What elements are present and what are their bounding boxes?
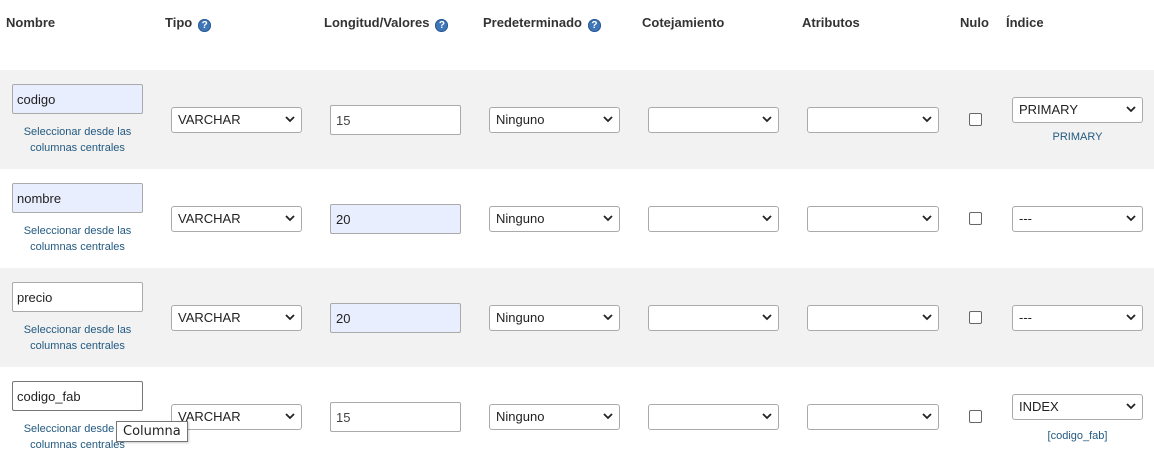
length-input[interactable] (330, 402, 461, 432)
chevron-down-icon (1126, 106, 1136, 113)
chevron-down-icon (285, 215, 295, 222)
tooltip: Columna (116, 421, 188, 442)
index-info-link[interactable]: PRIMARY (1012, 131, 1143, 143)
null-checkbox[interactable] (969, 212, 982, 225)
table-row: Seleccionar desde lascolumnas centrales … (0, 367, 1154, 458)
chevron-down-icon (285, 314, 295, 321)
collation-select[interactable] (648, 107, 779, 133)
header-atributos: Atributos (802, 15, 860, 30)
attributes-select[interactable] (807, 206, 939, 232)
column-name-input[interactable] (12, 84, 143, 114)
header-cotejamiento: Cotejamiento (642, 15, 725, 30)
chevron-down-icon (603, 116, 613, 123)
chevron-down-icon (603, 413, 613, 420)
length-input[interactable] (330, 105, 461, 135)
collation-select[interactable] (648, 305, 779, 331)
chevron-down-icon (603, 215, 613, 222)
type-select[interactable]: VARCHAR (171, 305, 302, 331)
chevron-down-icon (922, 314, 932, 321)
index-select[interactable]: --- (1012, 206, 1143, 232)
column-name-input[interactable] (12, 282, 143, 312)
header-indice: Índice (1006, 15, 1044, 30)
chevron-down-icon (762, 413, 772, 420)
header-predeterminado: Predeterminado? (483, 15, 601, 32)
column-name-input[interactable] (12, 381, 143, 411)
default-select[interactable]: Ninguno (489, 206, 620, 232)
header-nulo: Nulo (960, 15, 989, 30)
attributes-select[interactable] (807, 305, 939, 331)
default-select[interactable]: Ninguno (489, 404, 620, 430)
type-select[interactable]: VARCHAR (171, 206, 302, 232)
chevron-down-icon (762, 314, 772, 321)
help-icon[interactable]: ? (435, 19, 449, 32)
null-checkbox[interactable] (969, 113, 982, 126)
chevron-down-icon (922, 413, 932, 420)
index-select[interactable]: PRIMARY (1012, 97, 1143, 123)
header-tipo: Tipo? (165, 15, 212, 32)
chevron-down-icon (922, 116, 932, 123)
collation-select[interactable] (648, 404, 779, 430)
header-longitud: Longitud/Valores? (324, 15, 449, 32)
chevron-down-icon (922, 215, 932, 222)
help-icon[interactable]: ? (198, 19, 212, 32)
chevron-down-icon (285, 116, 295, 123)
index-select[interactable]: --- (1012, 305, 1143, 331)
chevron-down-icon (603, 314, 613, 321)
chevron-down-icon (1126, 403, 1136, 410)
attributes-select[interactable] (807, 404, 939, 430)
chevron-down-icon (762, 215, 772, 222)
column-name-input[interactable] (12, 183, 143, 213)
table-row: Seleccionar desde lascolumnas centrales … (0, 70, 1154, 169)
table-row: Seleccionar desde lascolumnas centrales … (0, 169, 1154, 268)
header-nombre: Nombre (6, 15, 56, 30)
chevron-down-icon (1126, 314, 1136, 321)
table-row: Seleccionar desde lascolumnas centrales … (0, 268, 1154, 367)
length-input[interactable] (330, 204, 461, 234)
index-select[interactable]: INDEX (1012, 394, 1143, 420)
null-checkbox[interactable] (969, 410, 982, 423)
help-icon[interactable]: ? (587, 19, 601, 32)
default-select[interactable]: Ninguno (489, 107, 620, 133)
type-select[interactable]: VARCHAR (171, 404, 302, 430)
index-info-link[interactable]: [codigo_fab] (1012, 430, 1143, 442)
central-columns-link[interactable]: Seleccionar desde las columnas centrales (12, 322, 143, 354)
chevron-down-icon (762, 116, 772, 123)
collation-select[interactable] (648, 206, 779, 232)
type-select[interactable]: VARCHAR (171, 107, 302, 133)
chevron-down-icon (1126, 215, 1136, 222)
null-checkbox[interactable] (969, 311, 982, 324)
central-columns-link[interactable]: Seleccionar desde las columnas centrales (12, 223, 143, 255)
default-select[interactable]: Ninguno (489, 305, 620, 331)
chevron-down-icon (285, 413, 295, 420)
central-columns-link[interactable]: Seleccionar desde las columnas centrales (12, 124, 143, 156)
attributes-select[interactable] (807, 107, 939, 133)
length-input[interactable] (330, 303, 461, 333)
